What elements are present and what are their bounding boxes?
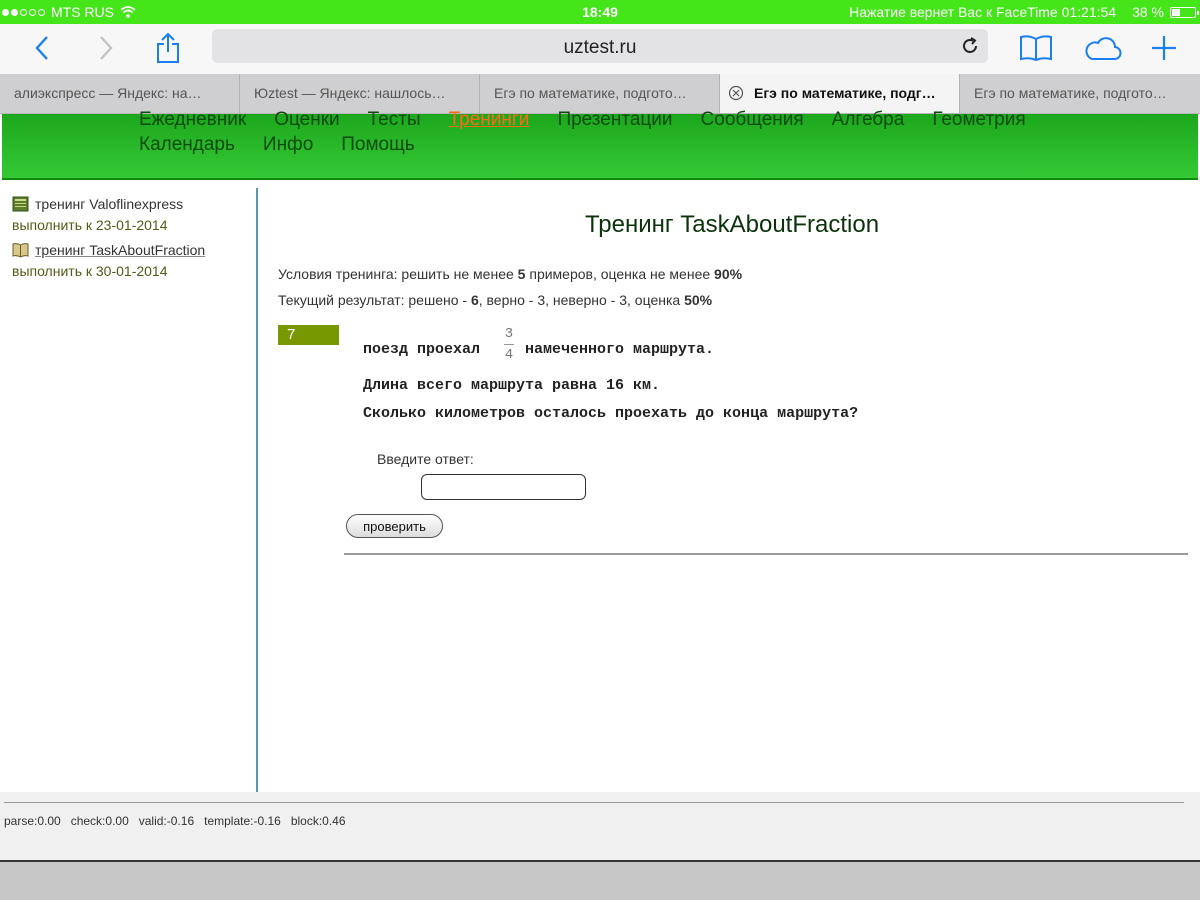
- fraction-bar: [504, 344, 514, 345]
- problem-line-1-end: намеченного маршрута.: [525, 341, 715, 358]
- closed-book-icon: [12, 196, 29, 212]
- problem-line-3: Сколько километров осталось проехать до …: [363, 405, 859, 422]
- conditions-middle: примеров, оценка не менее: [525, 266, 715, 282]
- main-nav-row-2: Календарь Инфо Помощь: [139, 134, 415, 156]
- browser-tab-1[interactable]: алиэкспресс — Яндекс: на…: [0, 74, 240, 113]
- book-icon: [1020, 35, 1052, 61]
- icloud-tabs-button[interactable]: [1082, 30, 1122, 66]
- close-tab-icon[interactable]: [728, 85, 744, 101]
- nav-help[interactable]: Помощь: [341, 134, 414, 156]
- cloud-icon: [1085, 37, 1122, 60]
- nav-geometry[interactable]: Геометрия: [932, 109, 1025, 131]
- nav-calendar[interactable]: Календарь: [139, 134, 235, 156]
- answer-label: Введите ответ:: [377, 451, 474, 467]
- result-middle: , верно - 3, неверно - 3, оценка: [478, 292, 685, 308]
- debug-stats: parse:0.00 check:0.00 valid:-0.16 templa…: [4, 814, 346, 828]
- fraction: 3 4: [502, 326, 516, 363]
- sidebar-training-title[interactable]: тренинг Valoflinexpress: [12, 196, 183, 212]
- url-text: uztest.ru: [563, 37, 637, 58]
- check-button[interactable]: проверить: [346, 514, 443, 538]
- training-name[interactable]: тренинг TaskAboutFraction: [35, 242, 205, 258]
- current-result: Текущий результат: решено - 6, верно - 3…: [278, 292, 712, 308]
- solved-count: 6: [470, 292, 479, 308]
- open-book-icon: [12, 243, 29, 258]
- forward-button[interactable]: [86, 30, 126, 66]
- tab-label: Егэ по математике, подгото…: [974, 85, 1167, 101]
- facetime-return-text[interactable]: Нажатие вернет Вас к FaceTime 01:21:54: [849, 4, 1116, 20]
- reload-button[interactable]: [960, 36, 980, 61]
- debug-footer: parse:0.00 check:0.00 valid:-0.16 templa…: [0, 792, 1200, 860]
- tab-label: алиэкспресс — Яндекс: на…: [14, 85, 202, 101]
- bookmarks-button[interactable]: [1016, 30, 1056, 66]
- battery-indicator: 38 %: [1132, 4, 1199, 20]
- browser-toolbar: uztest.ru: [0, 24, 1200, 74]
- site-header: Ежедневник Оценки Тесты Тренинги Презент…: [2, 109, 1198, 180]
- answer-input[interactable]: [421, 474, 586, 500]
- nav-info[interactable]: Инфо: [263, 134, 313, 156]
- new-tab-button[interactable]: [1144, 30, 1184, 66]
- share-button[interactable]: [148, 30, 188, 66]
- tab-bar: алиэкспресс — Яндекс: на… Юztest — Яндек…: [0, 74, 1200, 114]
- sidebar-training-item-current: тренинг TaskAboutFraction выполнить к 30…: [12, 242, 205, 279]
- footer-divider: [4, 802, 1184, 803]
- tab-label: Юztest — Яндекс: нашлось…: [254, 85, 446, 101]
- nav-tests[interactable]: Тесты: [368, 109, 421, 131]
- result-prefix: Текущий результат: решено -: [278, 292, 471, 308]
- status-bar: MTS RUS 18:49 Нажатие вернет Вас к FaceT…: [0, 0, 1200, 24]
- share-icon: [157, 32, 179, 63]
- problem-number-badge: 7: [278, 325, 339, 345]
- page-title: Тренинг TaskAboutFraction: [584, 211, 880, 238]
- training-due-date: выполнить к 30-01-2014: [12, 263, 168, 279]
- browser-tab-2[interactable]: Юztest — Яндекс: нашлось…: [240, 74, 480, 113]
- nav-messages[interactable]: Сообщения: [701, 109, 804, 131]
- chevron-right-icon: [100, 36, 113, 60]
- tab-label: Егэ по математике, подгото…: [494, 85, 687, 101]
- status-right[interactable]: Нажатие вернет Вас к FaceTime 01:21:54 3…: [849, 4, 1199, 20]
- sidebar-training-item: тренинг Valoflinexpress выполнить к 23-0…: [12, 196, 183, 233]
- training-due-date: выполнить к 23-01-2014: [12, 217, 168, 233]
- address-bar[interactable]: uztest.ru: [212, 29, 988, 63]
- plus-icon: [1152, 36, 1176, 60]
- fraction-numerator: 3: [504, 326, 514, 342]
- reload-icon: [963, 37, 977, 53]
- battery-percent: 38 %: [1132, 4, 1164, 20]
- conditions-prefix: Условия тренинга: решить не менее: [278, 266, 518, 282]
- browser-tab-4-active[interactable]: Егэ по математике, подг…: [720, 74, 960, 113]
- training-name[interactable]: тренинг Valoflinexpress: [35, 196, 183, 212]
- nav-presentations[interactable]: Презентации: [557, 109, 672, 131]
- bottom-bar: [0, 860, 1200, 900]
- current-grade: 50%: [684, 292, 713, 308]
- sidebar-training-title[interactable]: тренинг TaskAboutFraction: [12, 242, 205, 258]
- nav-diary[interactable]: Ежедневник: [139, 109, 246, 131]
- nav-algebra[interactable]: Алгебра: [832, 109, 905, 131]
- content-divider: [344, 553, 1188, 555]
- browser-tab-5[interactable]: Егэ по математике, подгото…: [960, 74, 1200, 113]
- battery-icon: [1170, 6, 1199, 18]
- nav-trainings[interactable]: Тренинги: [449, 109, 530, 131]
- back-button[interactable]: [22, 30, 62, 66]
- min-grade: 90%: [714, 266, 743, 282]
- problem-line-2: Длина всего маршрута равна 16 км.: [363, 377, 661, 394]
- fraction-denominator: 4: [504, 347, 514, 363]
- training-conditions: Условия тренинга: решить не менее 5 прим…: [278, 266, 742, 282]
- main-nav-row-1: Ежедневник Оценки Тесты Тренинги Презент…: [139, 109, 1026, 131]
- chevron-left-icon: [35, 36, 48, 60]
- tab-label: Егэ по математике, подг…: [754, 85, 936, 101]
- nav-grades[interactable]: Оценки: [274, 109, 339, 131]
- browser-tab-3[interactable]: Егэ по математике, подгото…: [480, 74, 720, 113]
- problem-line-1-start: поезд проехал: [363, 341, 481, 358]
- trainings-sidebar: тренинг Valoflinexpress выполнить к 23-0…: [2, 188, 258, 792]
